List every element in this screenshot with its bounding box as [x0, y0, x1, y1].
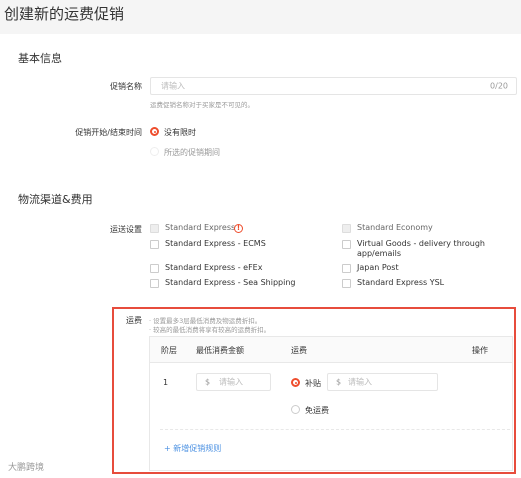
channel-checkbox[interactable] — [150, 224, 159, 233]
channel-checkbox[interactable] — [342, 279, 351, 288]
channel-label-text: Standard Express — [165, 223, 236, 232]
channel-checkbox[interactable] — [150, 240, 159, 249]
channel-checkbox[interactable] — [342, 240, 351, 249]
shipping-note-2: · 较高的最低消费将享有较高的运费折扣。 — [149, 326, 271, 334]
radio-subsidy[interactable] — [291, 378, 300, 387]
channel-label: 运送设置 — [110, 225, 142, 234]
channel-label-text: Japan Post — [357, 263, 399, 272]
min-spend-placeholder: 请输入 — [219, 377, 243, 387]
shipping-fee-label: 运费 — [126, 316, 142, 325]
channel-checkbox[interactable] — [342, 264, 351, 273]
min-spend-input[interactable]: $ 请输入 — [196, 373, 271, 391]
channel-label-text: Standard Express - eFEx — [165, 263, 263, 272]
channel-checkbox[interactable] — [342, 224, 351, 233]
subsidy-placeholder: 请输入 — [348, 377, 372, 387]
shipping-tier-table: 阶层 最低消费金额 运费 操作 1 $ 请输入 补贴 $ 请输入 免运费 + 新… — [149, 336, 513, 471]
radio-selected-period[interactable] — [150, 147, 159, 156]
row-divider — [160, 429, 510, 430]
header-tier: 阶层 — [161, 346, 177, 355]
radio-subsidy-label: 补贴 — [305, 379, 321, 388]
subsidy-input[interactable]: $ 请输入 — [327, 373, 438, 391]
channel-label-text: Standard Express - ECMS — [165, 239, 266, 248]
min-spend-currency: $ — [205, 377, 211, 387]
channel-label-text: Standard Economy — [357, 223, 433, 232]
warning-icon[interactable]: ! — [234, 224, 243, 233]
header-shipping: 运费 — [291, 346, 307, 355]
page-title: 创建新的运费促销 — [4, 5, 125, 23]
period-label: 促销开始/结束时间 — [75, 128, 142, 137]
promo-name-label: 促销名称 — [110, 82, 142, 91]
table-header: 阶层 最低消费金额 运费 操作 — [150, 337, 512, 363]
promo-name-hint: 运费促销名称对于买家是不可见的。 — [150, 101, 254, 109]
promo-name-counter: 0/20 — [490, 81, 508, 91]
channel-checkbox[interactable] — [150, 264, 159, 273]
channel-label-text: Standard Express YSL — [357, 278, 445, 287]
watermark-logo: 大鹏跨境 — [8, 463, 45, 473]
section-logistics: 物流渠道&费用 — [18, 193, 93, 206]
promo-name-input[interactable]: 请输入 0/20 — [150, 77, 517, 95]
radio-no-limit-label: 没有限时 — [164, 128, 196, 137]
channel-label-text: Standard Express - Sea Shipping — [165, 278, 296, 287]
radio-no-limit[interactable] — [150, 127, 159, 136]
radio-free-shipping[interactable] — [291, 405, 300, 414]
channel-checkbox[interactable] — [150, 279, 159, 288]
radio-selected-period-label: 所选的促销期间 — [164, 148, 220, 157]
subsidy-currency: $ — [336, 377, 342, 387]
header-min-spend: 最低消费金额 — [196, 346, 244, 355]
promo-name-placeholder: 请输入 — [161, 81, 185, 91]
channel-label-text: Virtual Goods - delivery through app/ema… — [357, 239, 485, 258]
header-action: 操作 — [472, 346, 488, 355]
radio-free-shipping-label: 免运费 — [305, 406, 329, 415]
section-basic-info: 基本信息 — [18, 52, 62, 65]
add-rule-link[interactable]: + 新增促销规则 — [164, 443, 221, 454]
tier-number: 1 — [163, 378, 169, 387]
